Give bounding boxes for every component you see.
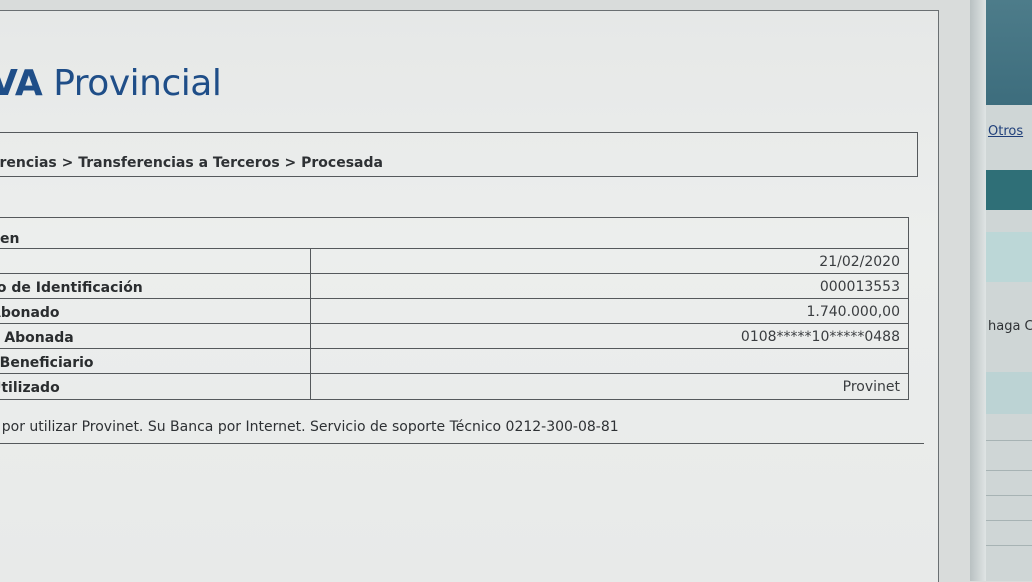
divider [986, 440, 1032, 441]
support-message: s por utilizar Provinet. Su Banca por In… [0, 419, 619, 435]
summary-title: nen [0, 231, 20, 247]
bank-logo: VA Provincial [0, 63, 222, 104]
table-row: l Beneficiario [0, 349, 908, 374]
side-panel-block [986, 170, 1032, 210]
row-value-channel: Provinet [842, 379, 900, 395]
column-divider [310, 299, 311, 323]
logo-prefix: VA [0, 63, 43, 104]
row-value-account: 0108*****10*****0488 [740, 329, 900, 345]
divider [986, 520, 1032, 521]
row-label: a Abonada [0, 330, 74, 346]
transfer-receipt-page: VA Provincial erencias > Transferencias … [0, 10, 939, 582]
table-row: 21/02/2020 [0, 249, 908, 274]
otros-link[interactable]: Otros [988, 124, 1023, 139]
background-window: Otros haga C [970, 0, 1032, 581]
logo-name: Provincial [42, 63, 222, 104]
row-label: Abonado [0, 305, 60, 321]
table-row: Utilizado Provinet [0, 374, 908, 399]
row-value-amount: 1.740.000,00 [806, 304, 900, 320]
window-edge [970, 0, 986, 581]
divider [986, 470, 1032, 471]
summary-table: nen 21/02/2020 ro de Identificación 0000… [0, 217, 909, 400]
side-panel-text: haga C [988, 319, 1032, 334]
table-row: ro de Identificación 000013553 [0, 274, 908, 299]
row-label: l Beneficiario [0, 355, 94, 371]
column-divider [310, 249, 311, 273]
breadcrumb: erencias > Transferencias a Terceros > P… [0, 155, 383, 171]
summary-header: nen [0, 218, 908, 249]
column-divider [310, 324, 311, 348]
divider [986, 545, 1032, 546]
column-divider [310, 349, 311, 373]
row-label: ro de Identificación [0, 280, 143, 296]
window-header-bar [986, 0, 1032, 105]
row-label: Utilizado [0, 380, 60, 396]
divider [986, 495, 1032, 496]
side-panel-block [986, 232, 1032, 282]
footer-divider [0, 443, 924, 444]
column-divider [310, 274, 311, 298]
column-divider [310, 374, 311, 399]
row-value-id: 000013553 [819, 279, 900, 295]
side-panel-block [986, 372, 1032, 414]
table-row: a Abonada 0108*****10*****0488 [0, 324, 908, 349]
table-row: Abonado 1.740.000,00 [0, 299, 908, 324]
row-value-date: 21/02/2020 [819, 254, 900, 270]
